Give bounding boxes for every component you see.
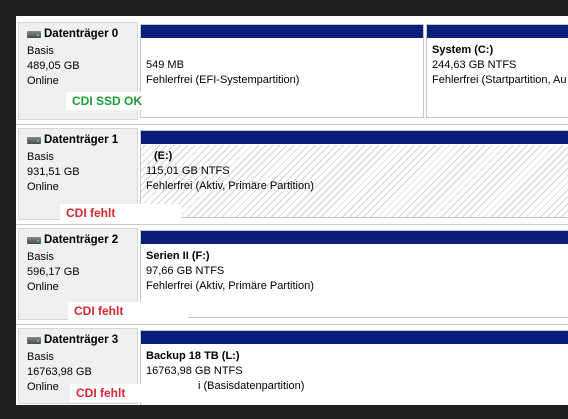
partition-efi[interactable]: 549 MB Fehlerfrei (EFI-Systempartition) <box>140 24 424 118</box>
partition-e[interactable]: (E:) 115,01 GB NTFS Fehlerfrei (Aktiv, P… <box>140 130 568 218</box>
disk-drive-icon <box>27 30 41 38</box>
disk-size: 16763,98 GB <box>27 366 92 378</box>
disk-status: Online <box>27 281 59 293</box>
partition-size: 549 MB <box>146 59 184 71</box>
disk-note-3: CDI fehlt <box>70 384 168 402</box>
partition-size: 244,63 GB NTFS <box>432 59 517 71</box>
partition-size: 16763,98 GB NTFS <box>146 365 243 377</box>
partition-status: Fehlerfrei (Aktiv, Primäre Partition) <box>146 180 314 192</box>
disk-row-1: Datenträger 1 Basis 931,51 GB Online (E:… <box>16 126 568 222</box>
partition-label: System (C:) <box>432 44 494 56</box>
disk-name: Datenträger 0 <box>44 28 119 40</box>
disk-drive-icon <box>27 136 41 144</box>
row-separator <box>16 124 568 125</box>
disk-type: Basis <box>27 151 54 163</box>
partition-bar <box>141 25 423 38</box>
partition-status: Fehlerfrei (Startpartition, Au <box>432 74 567 86</box>
disk-status: Online <box>27 381 59 393</box>
partition-system-c[interactable]: System (C:) 244,63 GB NTFS Fehlerfrei (S… <box>426 24 568 118</box>
partition-f[interactable]: Serien II (F:) 97,66 GB NTFS Fehlerfrei … <box>140 230 568 318</box>
disk-size: 489,05 GB <box>27 60 80 72</box>
disk-name: Datenträger 3 <box>44 334 119 346</box>
disk-row-3: Datenträger 3 Basis 16763,98 GB Online B… <box>16 326 568 405</box>
disk-note-1: CDI fehlt <box>60 204 182 222</box>
partition-size: 115,01 GB NTFS <box>146 165 230 177</box>
partition-bar <box>141 131 568 144</box>
disk-management-panel: Datenträger 0 Basis 489,05 GB Online 549… <box>16 20 568 405</box>
disk-note-2: CDI fehlt <box>68 302 188 320</box>
disk-size: 931,51 GB <box>27 166 80 178</box>
row-separator <box>16 324 568 325</box>
disk-status: Online <box>27 75 59 87</box>
partition-status: Fehlerfrei (EFI-Systempartition) <box>146 74 300 86</box>
disk-drive-icon <box>27 336 41 344</box>
disk-row-0: Datenträger 0 Basis 489,05 GB Online 549… <box>16 20 568 122</box>
disk-size: 596,17 GB <box>27 266 80 278</box>
disk-type: Basis <box>27 251 54 263</box>
partition-bar <box>141 231 568 244</box>
partition-status: Fehlerfrei (Aktiv, Primäre Partition) <box>146 280 314 292</box>
partition-label <box>146 43 418 58</box>
disk-drive-icon <box>27 236 41 244</box>
partition-bar <box>427 25 568 38</box>
partition-label: Backup 18 TB (L:) <box>146 350 240 362</box>
disk-note-0: CDI SSD OK <box>66 92 149 110</box>
disk-row-2: Datenträger 2 Basis 596,17 GB Online Ser… <box>16 226 568 322</box>
partition-size: 97,66 GB NTFS <box>146 265 225 277</box>
row-separator <box>16 224 568 225</box>
disk-name: Datenträger 2 <box>44 234 119 246</box>
disk-type: Basis <box>27 351 54 363</box>
partition-l[interactable]: Backup 18 TB (L:) 16763,98 GB NTFS i (Ba… <box>140 330 568 405</box>
disk-status: Online <box>27 181 59 193</box>
partition-label: Serien II (F:) <box>146 250 210 262</box>
disk-name: Datenträger 1 <box>44 134 119 146</box>
partition-label: (E:) <box>154 150 173 162</box>
partition-bar <box>141 331 568 344</box>
disk-type: Basis <box>27 45 54 57</box>
partition-status: i (Basisdatenpartition) <box>198 380 305 392</box>
